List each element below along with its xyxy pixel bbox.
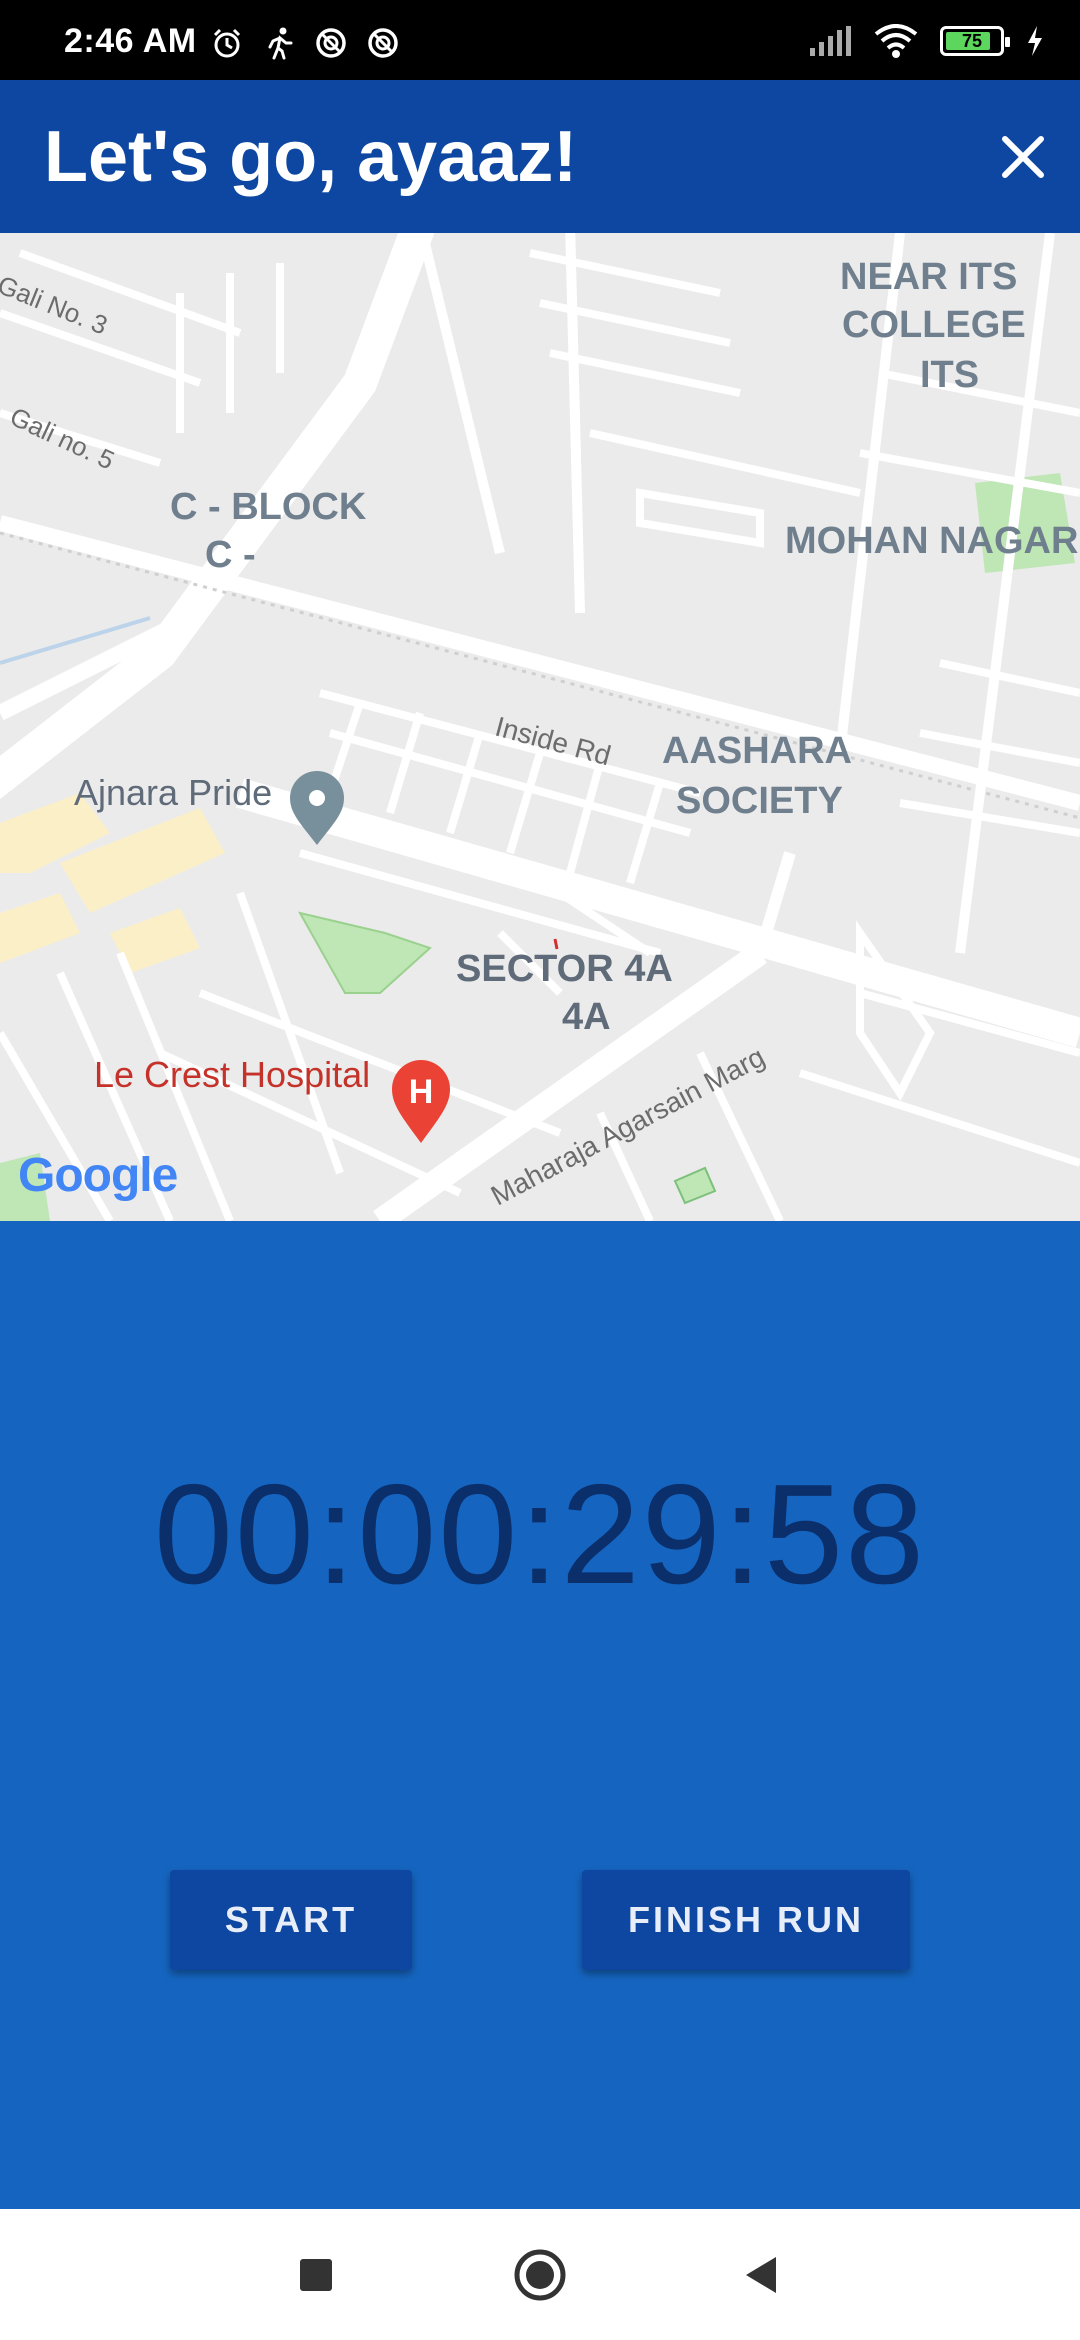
run-timer: 00:00:29:58: [153, 1455, 927, 1614]
app-bar: Let's go, ayaaz!: [0, 80, 1080, 233]
map-label: NEAR ITS: [840, 256, 1018, 298]
page-title: Let's go, ayaaz!: [44, 117, 578, 197]
start-button[interactable]: START: [170, 1870, 412, 1970]
status-icons-right: 75: [810, 24, 1044, 58]
map-label: Le Crest Hospital: [94, 1054, 371, 1095]
map-label: COLLEGE: [842, 304, 1026, 346]
running-icon: [268, 27, 293, 60]
run-panel: 00:00:29:58 START FINISH RUN: [0, 1221, 1080, 2209]
signal-icon: [810, 26, 851, 56]
home-circle-icon[interactable]: [512, 2247, 568, 2303]
recents-square-icon[interactable]: [288, 2247, 344, 2303]
close-icon[interactable]: [988, 122, 1058, 192]
charging-icon: [1028, 26, 1042, 56]
back-triangle-icon[interactable]: [734, 2247, 790, 2303]
map-label: C -: [205, 534, 256, 576]
map-label: ITS: [920, 354, 980, 396]
sync-icon: [316, 28, 346, 58]
status-bar: 2:46 AM 75: [0, 0, 1080, 80]
svg-text:H: H: [409, 1073, 434, 1111]
map-label: C - BLOCK: [170, 486, 367, 528]
sync-icon: [368, 28, 398, 58]
map-label: AASHARA: [662, 730, 852, 772]
finish-run-button[interactable]: FINISH RUN: [582, 1870, 910, 1970]
map-label: SOCIETY: [676, 780, 843, 822]
wifi-icon: [874, 24, 918, 58]
status-time: 2:46 AM: [64, 22, 197, 60]
map-label: 4A: [562, 996, 611, 1038]
alarm-icon: [213, 28, 241, 58]
google-logo: Google: [18, 1148, 178, 1203]
map-label: MOHAN NAGAR: [785, 520, 1079, 562]
battery-icon: 75: [940, 26, 1010, 56]
system-nav-bar: [0, 2209, 1080, 2340]
map-label: Ajnara Pride: [74, 772, 273, 813]
map-label: SECTOR 4A: [456, 948, 673, 990]
battery-level: 75: [961, 31, 983, 51]
google-attribution: Google: [18, 1149, 178, 1202]
map-view[interactable]: H Gali No. 3 Gali no. 5 C - BLOCK C - NE…: [0, 233, 1080, 1221]
status-icons-left: [210, 26, 400, 60]
